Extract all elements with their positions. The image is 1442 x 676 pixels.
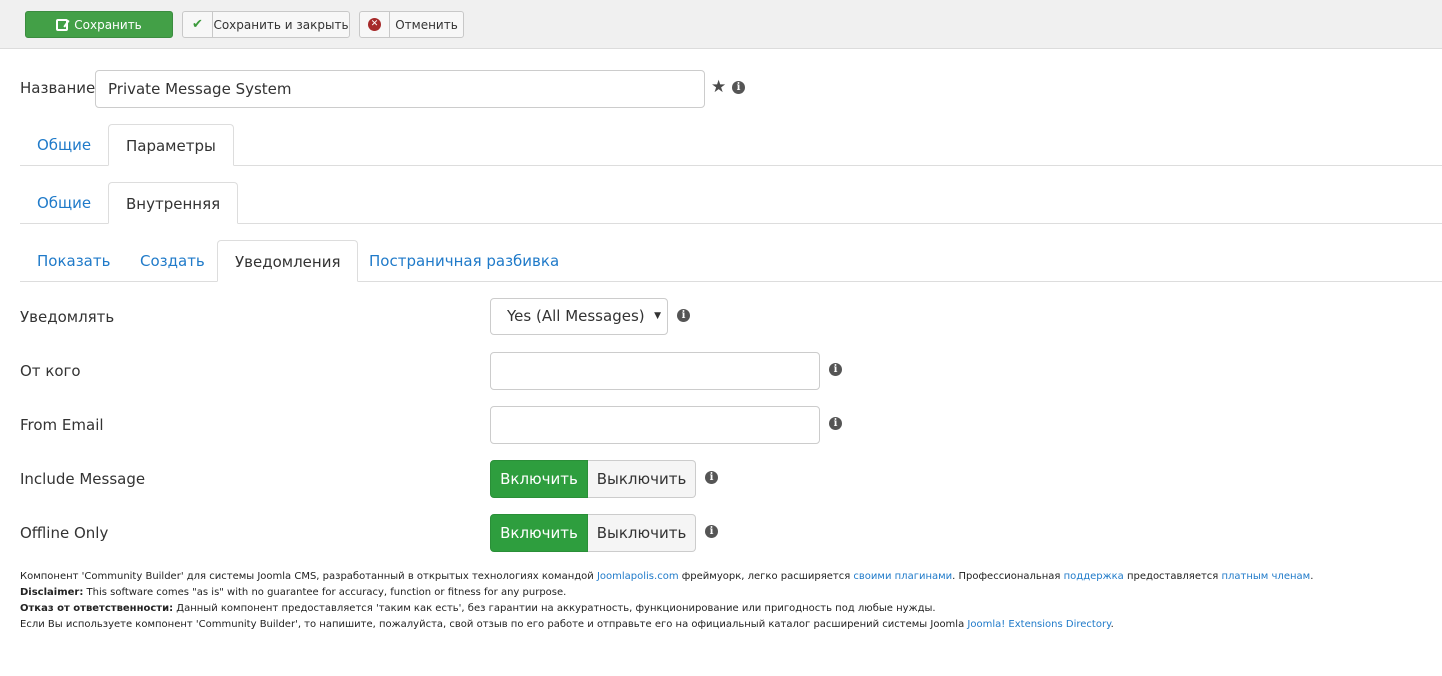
tab-general[interactable]: Общие — [20, 124, 108, 166]
from-name-label: От кого — [20, 362, 81, 380]
footer-text: Данный компонент предоставляется 'таким … — [173, 603, 936, 614]
tab-parameters[interactable]: Параметры — [108, 124, 234, 166]
footer-line-disclaimer-ru: Отказ от ответственности: Данный компоне… — [20, 601, 1420, 617]
notify-select[interactable]: Yes (All Messages) ▼ — [490, 298, 668, 335]
tabs-main: Общие Параметры — [20, 124, 1442, 166]
tabs-parameters: Общие Внутренняя — [20, 182, 1442, 224]
footer-text: . — [1310, 571, 1314, 582]
tab-internal[interactable]: Внутренняя — [108, 182, 239, 224]
close-icon: ✕ — [368, 18, 381, 31]
tab-notifications[interactable]: Уведомления — [217, 240, 359, 282]
save-button[interactable]: Сохранить — [25, 11, 173, 38]
offline-only-label: Offline Only — [20, 524, 109, 542]
offline-only-on-button[interactable]: Включить — [490, 514, 588, 552]
check-icon: ✔ — [192, 17, 203, 32]
cancel-label: Отменить — [395, 17, 458, 32]
footer-text: This software comes "as is" with no guar… — [83, 587, 567, 598]
caret-down-icon: ▼ — [654, 311, 661, 321]
title-label: Название — [20, 79, 96, 97]
cancel-icon-box: ✕ — [360, 12, 390, 37]
save-and-close-label: Сохранить и закрыть — [213, 17, 349, 32]
tab-show[interactable]: Показать — [20, 240, 127, 282]
check-icon-box: ✔ — [183, 12, 213, 37]
disclaimer-heading: Disclaimer: — [20, 587, 84, 598]
footer-text: . — [1110, 619, 1114, 630]
edit-icon — [56, 18, 69, 31]
footer-line-review: Если Вы используете компонент 'Community… — [20, 617, 1420, 633]
toolbar: Сохранить ✔ Сохранить и закрыть ✕ Отмени… — [0, 0, 1442, 49]
jed-link[interactable]: Joomla! Extensions Directory — [967, 619, 1110, 630]
info-icon[interactable]: i — [829, 363, 842, 376]
include-message-on-button[interactable]: Включить — [490, 460, 588, 498]
cancel-button[interactable]: ✕ Отменить — [359, 11, 464, 38]
footer-text: фреймуорк, легко расширяется — [678, 571, 854, 582]
paid-members-link[interactable]: платным членам — [1221, 571, 1310, 582]
from-name-input[interactable] — [490, 352, 820, 390]
tab-pagination[interactable]: Постраничная разбивка — [352, 240, 576, 282]
info-icon[interactable]: i — [705, 471, 718, 484]
footer-line-credits: Компонент 'Community Builder' для систем… — [20, 569, 1420, 585]
include-message-label: Include Message — [20, 470, 146, 488]
support-link[interactable]: поддержка — [1064, 571, 1124, 582]
tab-create[interactable]: Создать — [123, 240, 222, 282]
footer-text: Если Вы используете компонент 'Community… — [20, 619, 968, 630]
save-and-close-button[interactable]: ✔ Сохранить и закрыть — [182, 11, 350, 38]
from-email-input[interactable] — [490, 406, 820, 444]
footer: Компонент 'Community Builder' для систем… — [20, 569, 1420, 633]
info-icon[interactable]: i — [829, 417, 842, 430]
info-icon[interactable]: i — [705, 525, 718, 538]
info-icon[interactable]: i — [677, 309, 690, 322]
notify-label: Уведомлять — [20, 308, 115, 326]
from-email-label: From Email — [20, 416, 104, 434]
footer-text: предоставляется — [1123, 571, 1222, 582]
info-icon[interactable]: i — [732, 81, 745, 94]
title-input[interactable] — [95, 70, 705, 108]
footer-text: . Профессиональная — [952, 571, 1064, 582]
star-icon[interactable]: ★ — [711, 77, 726, 97]
footer-text: Компонент 'Community Builder' для систем… — [20, 571, 597, 582]
include-message-off-button[interactable]: Выключить — [588, 460, 696, 498]
save-button-label: Сохранить — [74, 17, 142, 32]
notify-select-value: Yes (All Messages) — [507, 307, 645, 325]
include-message-toggle: Включить Выключить — [490, 460, 696, 498]
offline-only-off-button[interactable]: Выключить — [588, 514, 696, 552]
joomlapolis-link[interactable]: Joomlapolis.com — [597, 571, 679, 582]
tabs-internal: Показать Создать Уведомления Постранична… — [20, 240, 1442, 282]
offline-only-toggle: Включить Выключить — [490, 514, 696, 552]
tab-general-sub[interactable]: Общие — [20, 182, 108, 224]
plugins-link[interactable]: своими плагинами — [853, 571, 952, 582]
disclaimer-heading-ru: Отказ от ответственности: — [20, 603, 174, 614]
footer-line-disclaimer-en: Disclaimer: This software comes "as is" … — [20, 585, 1420, 601]
